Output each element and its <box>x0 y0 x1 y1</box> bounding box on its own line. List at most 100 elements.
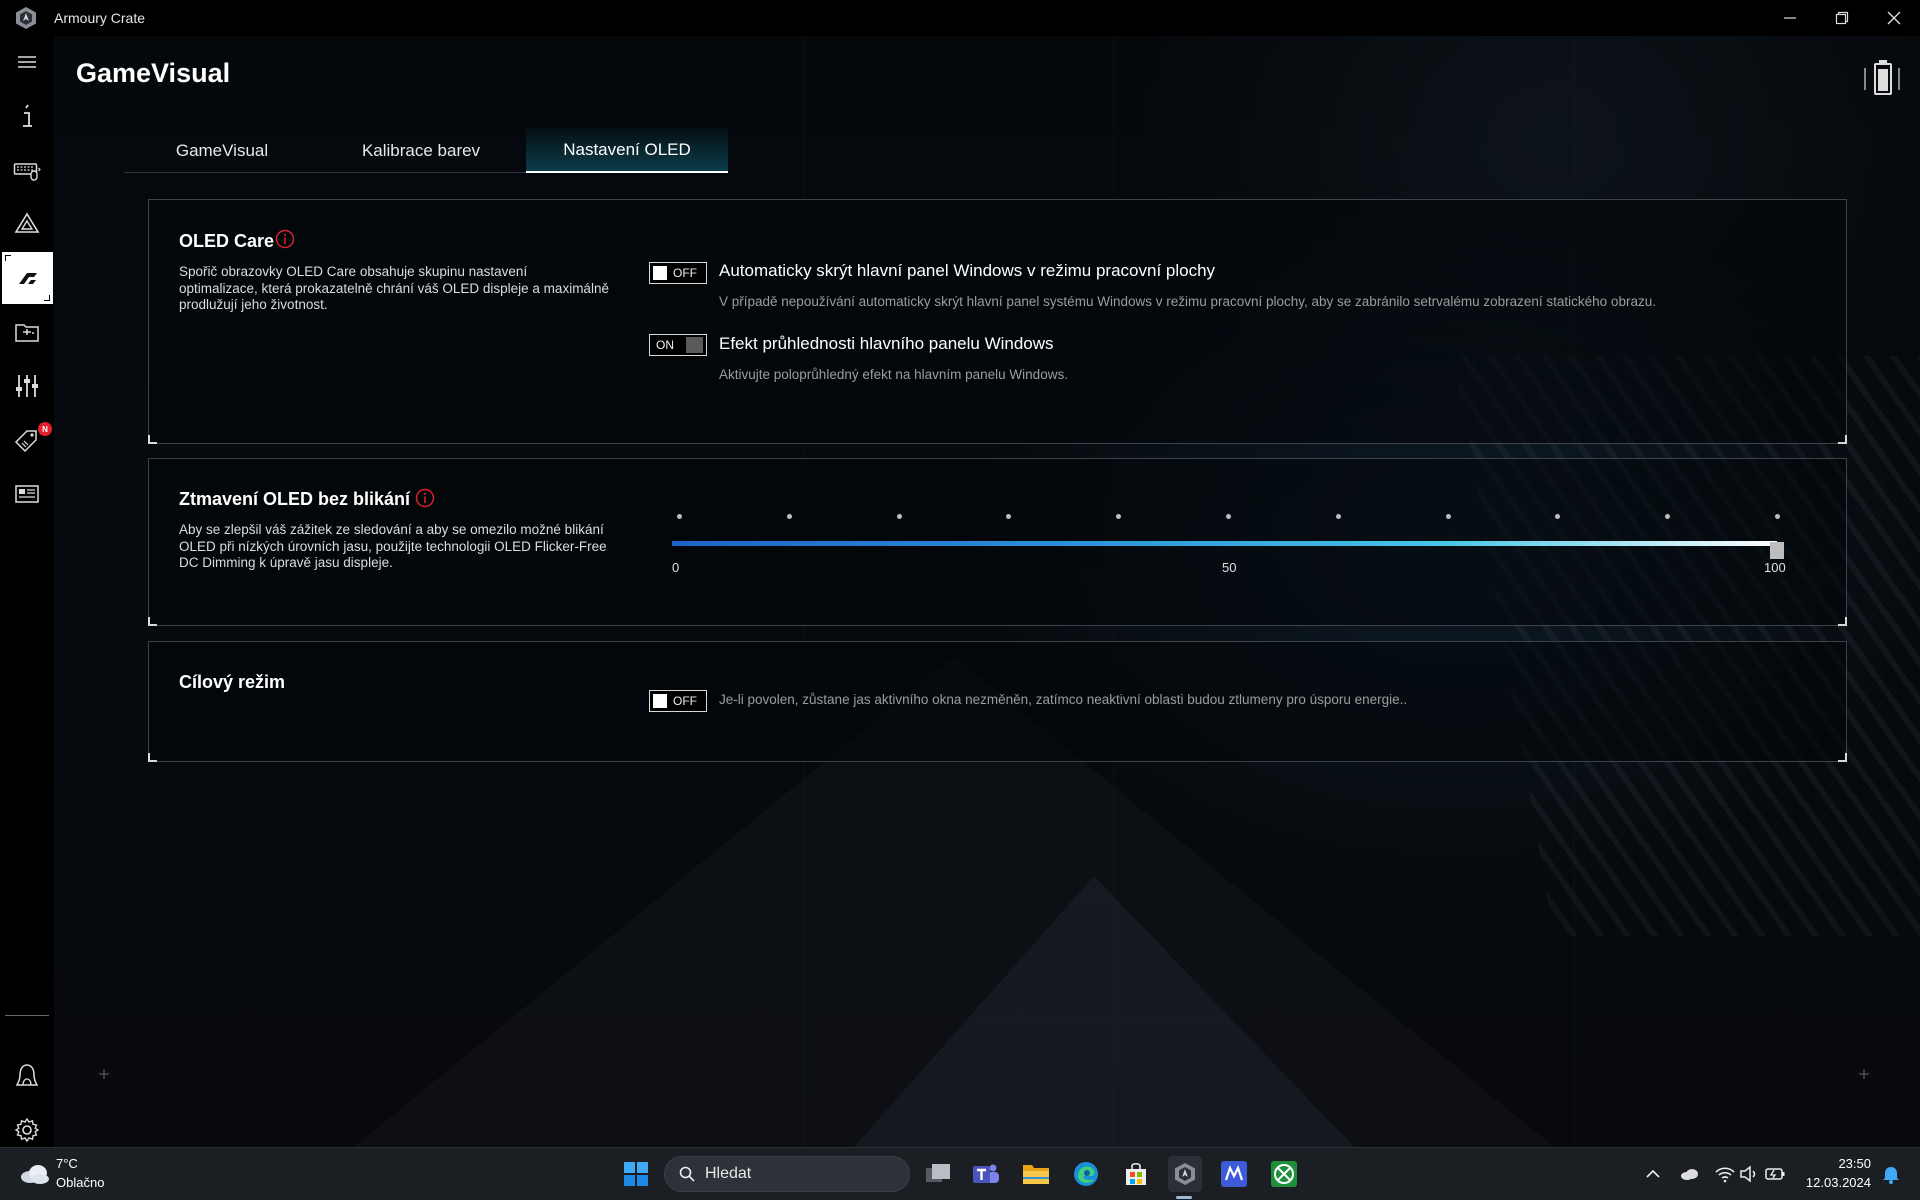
taskbar-transparency-description: Aktivujte poloprůhledný efekt na hlavním… <box>719 367 1068 382</box>
taskbar-autohide-toggle[interactable]: OFF <box>649 262 707 284</box>
xbox-icon <box>1271 1161 1297 1187</box>
sidebar-item-user-center[interactable] <box>0 1050 54 1102</box>
notification-bell-icon[interactable] <box>1880 1163 1902 1185</box>
news-icon <box>15 485 39 503</box>
corner-mark <box>148 435 157 444</box>
deals-tag-icon <box>14 430 37 453</box>
tab-oled-settings[interactable]: Nastavení OLED <box>526 128 728 173</box>
file-explorer-icon <box>1023 1165 1049 1184</box>
game-library-icon <box>15 324 39 342</box>
target-mode-panel: Cílový režim OFF Je-li povolen, zůstane … <box>148 641 1847 762</box>
sidebar-item-gamevisual[interactable] <box>2 252 53 304</box>
sidebar-item-devices[interactable] <box>0 144 54 196</box>
minimize-icon <box>1784 17 1796 19</box>
corner-mark <box>5 255 11 261</box>
windows-taskbar: 7°C Oblačno Hledat 23:50 12.03.2024 <box>0 1147 1920 1200</box>
restore-button[interactable] <box>1816 0 1868 36</box>
chevron-up-icon[interactable] <box>1642 1163 1664 1185</box>
tab-bar: GameVisual Kalibrace barev Nastavení OLE… <box>124 128 728 173</box>
sidebar-menu-button[interactable] <box>0 36 54 88</box>
minimize-button[interactable] <box>1764 0 1816 36</box>
slider-tick-dot <box>677 514 682 519</box>
brightness-slider-track[interactable] <box>672 541 1777 546</box>
sidebar-item-device-info[interactable] <box>0 90 54 142</box>
clock-time[interactable]: 23:50 <box>1838 1156 1871 1171</box>
myasus-button[interactable] <box>1218 1158 1250 1190</box>
taskbar-autohide-label: Automaticky skrýt hlavní panel Windows v… <box>719 261 1216 280</box>
onedrive-icon[interactable] <box>1678 1163 1700 1185</box>
window-title: Armoury Crate <box>54 10 146 26</box>
corner-mark <box>148 617 157 626</box>
aura-icon <box>14 212 40 233</box>
active-app-indicator <box>1176 1196 1192 1199</box>
slider-min-label: 0 <box>672 560 680 575</box>
sliders-icon <box>16 375 38 397</box>
search-placeholder: Hledat <box>705 1165 752 1182</box>
new-badge: N <box>38 422 52 436</box>
armoury-crate-logo-icon <box>16 7 36 29</box>
toggle-state: OFF <box>673 694 697 708</box>
target-mode-title: Cílový režim <box>179 672 286 692</box>
info-icon <box>23 104 32 127</box>
slider-tick-dot <box>896 514 902 519</box>
sidebar: N <box>0 36 54 1147</box>
tab-color-calibration[interactable]: Kalibrace barev <box>320 128 522 173</box>
sidebar-item-news[interactable] <box>0 468 54 520</box>
cloudy-weather-icon[interactable] <box>18 1160 50 1186</box>
slider-tick-dot <box>1226 514 1231 519</box>
flicker-free-description: Aby se zlepšil váš zážitek ze sledování … <box>179 522 607 570</box>
task-view-icon <box>926 1164 950 1182</box>
file-explorer-button[interactable] <box>1020 1158 1052 1190</box>
edge-button[interactable] <box>1070 1158 1102 1190</box>
brightness-slider-thumb[interactable] <box>1770 542 1784 559</box>
toggle-state: ON <box>656 338 674 352</box>
slider-tick-dot <box>1775 514 1780 519</box>
store-icon <box>1126 1162 1146 1185</box>
oled-care-title: OLED Care <box>179 231 275 251</box>
close-button[interactable] <box>1868 0 1920 36</box>
teams-icon <box>973 1164 999 1183</box>
toggle-knob <box>653 694 667 708</box>
corner-mark <box>1838 617 1847 626</box>
start-button[interactable] <box>620 1158 652 1190</box>
slider-tick-dot <box>1445 514 1451 519</box>
title-bar: Armoury Crate <box>0 0 1920 36</box>
tab-gamevisual[interactable]: GameVisual <box>124 128 320 173</box>
menu-icon <box>18 56 36 68</box>
teams-button[interactable] <box>970 1158 1002 1190</box>
taskbar-autohide-description: V případě nepoužívání automaticky skrýt … <box>719 294 1656 309</box>
slider-mid-label: 50 <box>1222 560 1237 575</box>
search-icon <box>679 1166 695 1182</box>
keyboard-mouse-icon <box>13 163 41 181</box>
page-title: GameVisual <box>76 58 231 88</box>
slider-max-label: 100 <box>1764 560 1786 575</box>
wifi-icon[interactable] <box>1714 1163 1736 1185</box>
target-mode-toggle[interactable]: OFF <box>649 690 707 712</box>
battery-icon[interactable] <box>1764 1163 1786 1185</box>
taskbar-search-box[interactable]: Hledat <box>664 1156 910 1192</box>
myasus-icon <box>1221 1161 1247 1187</box>
info-icon[interactable] <box>275 229 295 249</box>
weather-description: Oblačno <box>56 1175 105 1190</box>
taskbar-transparency-toggle[interactable]: ON <box>649 334 707 356</box>
edge-icon <box>1074 1162 1098 1186</box>
sidebar-divider <box>5 1015 49 1016</box>
task-view-button[interactable] <box>922 1158 954 1190</box>
corner-mark <box>1838 435 1847 444</box>
volume-icon[interactable] <box>1738 1163 1760 1185</box>
sidebar-item-aura[interactable] <box>0 198 54 250</box>
xbox-button[interactable] <box>1268 1158 1300 1190</box>
clock-date[interactable]: 12.03.2024 <box>1806 1175 1871 1190</box>
sidebar-item-game-library[interactable] <box>0 306 54 358</box>
store-button[interactable] <box>1120 1158 1152 1190</box>
device-battery-icon[interactable] <box>1862 58 1902 100</box>
info-icon[interactable] <box>415 488 435 508</box>
oled-care-panel: OLED Care Spořič obrazovky OLED Care obs… <box>148 199 1847 444</box>
corner-mark <box>44 295 50 301</box>
weather-temperature: 7°C <box>56 1156 78 1171</box>
flicker-free-title: Ztmavení OLED bez blikání <box>179 489 411 509</box>
restore-icon <box>1835 11 1849 25</box>
armoury-crate-taskbar-button[interactable] <box>1168 1156 1202 1192</box>
sidebar-item-deals[interactable]: N <box>0 414 54 466</box>
sidebar-item-scenario-profiles[interactable] <box>0 360 54 412</box>
